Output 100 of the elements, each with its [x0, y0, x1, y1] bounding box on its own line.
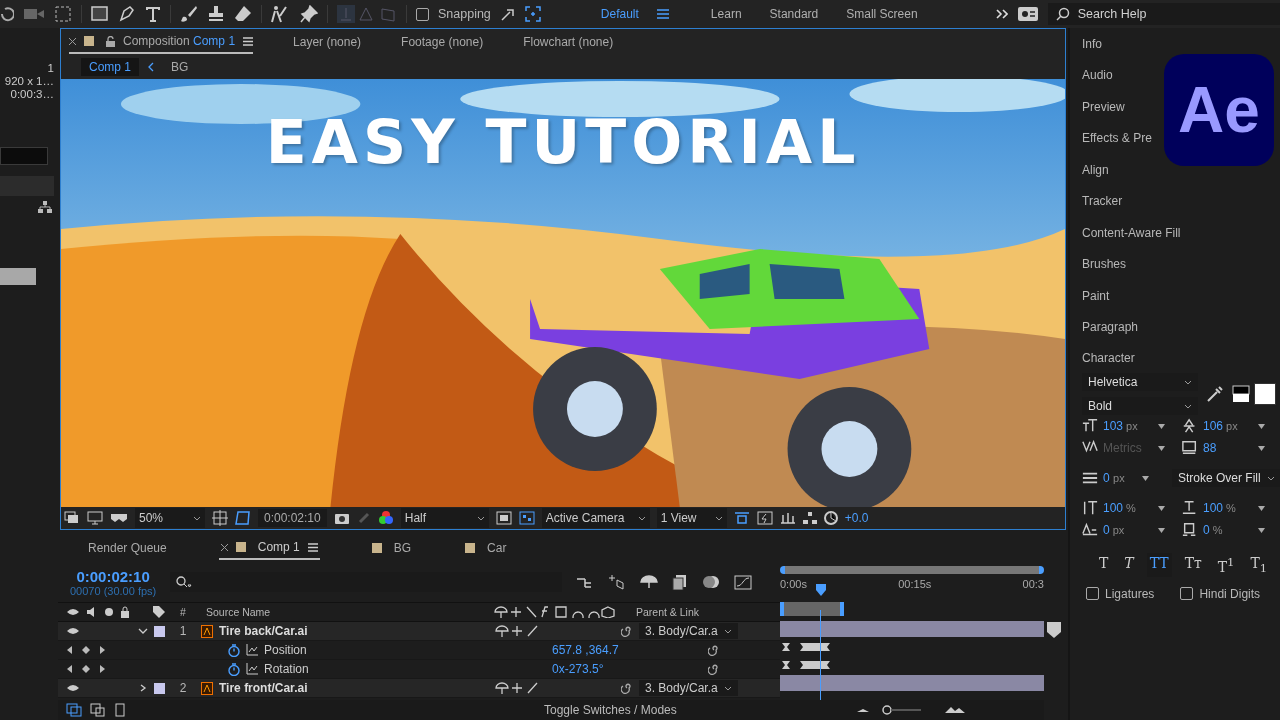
dropdown-triangle-icon[interactable] — [1158, 445, 1165, 451]
grid-icon[interactable] — [212, 510, 228, 526]
dropdown-triangle-icon[interactable] — [1158, 505, 1165, 511]
viewer-tab[interactable]: Flowchart (none) — [523, 31, 614, 53]
rectangle-tool-icon[interactable] — [91, 5, 109, 23]
pen-tool-icon[interactable] — [118, 5, 136, 23]
workspace-tab[interactable]: Default — [590, 7, 649, 21]
menu-icon[interactable] — [307, 542, 318, 552]
exposure-icon[interactable] — [823, 511, 838, 525]
font-size-value[interactable]: 103 px — [1103, 419, 1153, 433]
zoom-slider-icon[interactable] — [857, 704, 967, 716]
tsume-value[interactable]: 0 % — [1203, 523, 1253, 537]
frame-blending-icon[interactable] — [672, 574, 689, 590]
fast-preview-icon[interactable] — [756, 511, 773, 525]
stopwatch-icon[interactable] — [228, 662, 240, 676]
timeline-tab[interactable]: BG — [369, 537, 414, 559]
layer-name[interactable]: Tire back/Car.ai — [219, 624, 489, 638]
render-icon[interactable] — [90, 703, 106, 717]
panel-tab[interactable]: Audio — [1082, 68, 1113, 83]
keyframe-navigator-icon[interactable] — [66, 664, 106, 674]
expand-arrow-icon[interactable] — [499, 6, 516, 22]
timeline-icon[interactable] — [779, 511, 796, 525]
viewer-tab[interactable]: Layer (none) — [293, 31, 362, 53]
panel-tab[interactable]: Effects & Pre — [1082, 131, 1152, 146]
region-icon[interactable] — [495, 511, 512, 525]
caret-icon[interactable] — [637, 515, 646, 521]
exposure-value[interactable]: +0.0 — [844, 511, 869, 525]
leading-value[interactable]: 106 px — [1203, 419, 1253, 433]
mask-outline-icon[interactable] — [235, 510, 251, 526]
motion-blur-icon[interactable] — [702, 574, 721, 590]
caret-icon[interactable] — [1184, 403, 1192, 409]
marquee-icon[interactable] — [54, 5, 72, 23]
toggle-switches-modes-button[interactable]: Toggle Switches / Modes — [544, 703, 677, 717]
current-time-field[interactable]: 0:00:02:10 — [258, 509, 327, 527]
eye-icon[interactable] — [66, 626, 80, 636]
caret-icon[interactable] — [1266, 475, 1275, 481]
undo-icon[interactable] — [0, 6, 14, 22]
camera-snapshot-icon[interactable] — [333, 511, 350, 525]
flowchart-icon[interactable] — [802, 512, 817, 524]
text-style-button[interactable]: T — [1121, 553, 1137, 577]
zoom-dropdown[interactable]: 50% — [135, 508, 205, 528]
brush-icon[interactable] — [180, 5, 198, 23]
breadcrumb-item[interactable]: Comp 1 — [81, 58, 140, 76]
snapshot-stack-icon[interactable] — [64, 511, 80, 525]
breadcrumb-item[interactable]: BG — [163, 58, 197, 76]
caret-icon[interactable] — [193, 515, 201, 521]
snapping-checkbox[interactable] — [416, 7, 429, 21]
workspace-tab[interactable]: Standard — [759, 7, 829, 21]
marker-icon[interactable] — [1047, 622, 1061, 638]
graph-icon[interactable] — [246, 644, 258, 656]
dropdown-triangle-icon[interactable] — [1142, 475, 1149, 481]
panel-tab[interactable]: Content-Aware Fill — [1082, 225, 1181, 240]
layer-name[interactable]: Tire front/Car.ai — [219, 681, 489, 695]
text-style-button[interactable]: T — [1096, 553, 1112, 577]
pixel-aspect-icon[interactable] — [733, 511, 750, 525]
dropdown-triangle-icon[interactable] — [1258, 423, 1265, 429]
caret-icon[interactable] — [714, 515, 723, 521]
caret-icon[interactable] — [1184, 379, 1192, 385]
panel-tab[interactable]: Info — [1082, 36, 1102, 51]
frame-icon[interactable] — [114, 703, 126, 717]
pick-whip-icon[interactable] — [708, 644, 720, 656]
dropdown-triangle-icon[interactable] — [1158, 423, 1165, 429]
close-icon[interactable] — [69, 37, 76, 45]
draft-3d-icon[interactable] — [608, 574, 627, 590]
option-checkbox[interactable] — [1180, 587, 1194, 601]
default-colors-icon[interactable] — [1232, 385, 1250, 403]
close-icon[interactable] — [220, 543, 228, 551]
search-help-box[interactable]: Search Help — [1047, 3, 1280, 25]
timeline-tab[interactable]: Render Queue — [86, 537, 169, 559]
dropdown-triangle-icon[interactable] — [1258, 505, 1265, 511]
pick-whip-icon[interactable] — [621, 625, 633, 637]
camera-dropdown[interactable]: Active Camera — [541, 508, 650, 528]
panel-tab[interactable]: Tracker — [1082, 194, 1123, 209]
layer-color-swatch[interactable] — [154, 682, 165, 694]
workspace-tab[interactable]: Learn — [700, 7, 752, 21]
flowchart-icon[interactable] — [38, 201, 52, 213]
playhead-icon[interactable] — [816, 584, 826, 596]
layer-color-swatch[interactable] — [154, 625, 165, 637]
panel-tab[interactable]: Brushes — [1082, 257, 1127, 272]
timeline-tab[interactable]: Car — [463, 537, 509, 559]
timeline-timecode[interactable]: 0:00:02:10 — [76, 567, 150, 585]
property-value[interactable]: 657.8 ,364.7 — [552, 643, 702, 657]
graph-editor-icon[interactable] — [734, 574, 753, 590]
dropdown-triangle-icon[interactable] — [1258, 527, 1265, 533]
horizontal-scale-value[interactable]: 100 % — [1203, 501, 1253, 515]
caret-icon[interactable] — [476, 515, 485, 521]
option-checkbox[interactable] — [1086, 587, 1099, 601]
chevrons-icon[interactable] — [995, 9, 1008, 19]
dropdown-triangle-icon[interactable] — [1258, 445, 1265, 451]
property-value[interactable]: 0x-273.5° — [552, 662, 702, 676]
tracking-value[interactable]: 88 — [1203, 441, 1253, 455]
keyframe-navigator-icon[interactable] — [66, 645, 106, 655]
vertical-scale-value[interactable]: 100 % — [1103, 501, 1153, 515]
eyedropper-icon[interactable] — [1206, 385, 1224, 403]
baseline-shift-value[interactable]: 0 px — [1103, 523, 1153, 537]
parent-dropdown[interactable]: 3. Body/Car.a — [639, 623, 738, 639]
timeline-tab[interactable]: Comp 1 — [218, 536, 320, 560]
viewer-tab[interactable]: Footage (none) — [401, 31, 484, 53]
fill-color-swatch[interactable] — [1254, 383, 1276, 405]
panel-tab[interactable]: Paint — [1082, 288, 1110, 303]
